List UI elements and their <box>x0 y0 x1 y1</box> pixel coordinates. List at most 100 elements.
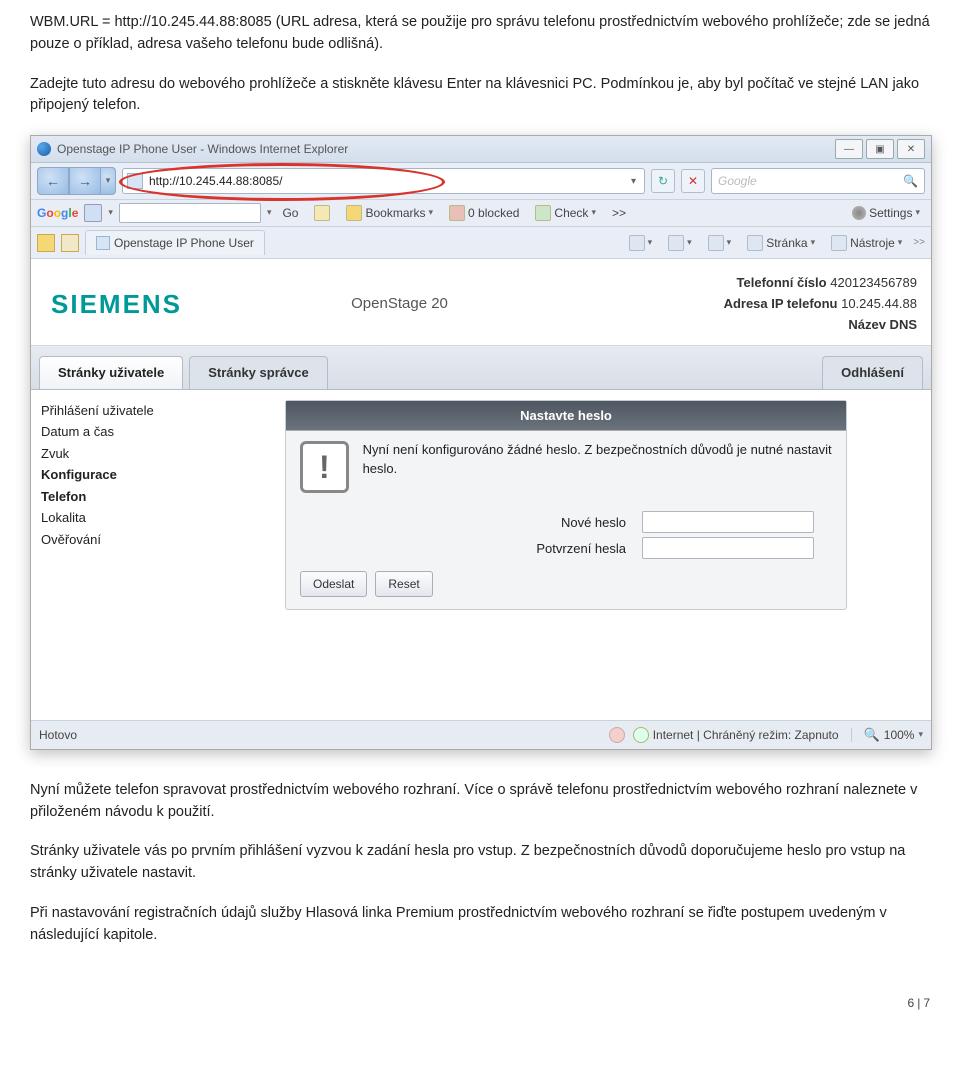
siemens-logo: SIEMENS <box>45 285 202 324</box>
zoom-value: 100% <box>884 726 915 744</box>
browser-window: Openstage IP Phone User - Windows Intern… <box>30 135 932 750</box>
ip-value: 10.245.44.88 <box>841 296 917 311</box>
paragraph-1: WBM.URL = http://10.245.44.88:8085 (URL … <box>30 12 930 56</box>
paragraph-5: Při nastavování registračních údajů služ… <box>30 903 930 947</box>
confirm-password-label: Potvrzení hesla <box>356 539 642 559</box>
page-footer: 6|7 <box>30 964 930 1012</box>
tab-logout[interactable]: Odhlášení <box>822 356 923 389</box>
feed-icon <box>668 235 684 251</box>
page-menu[interactable]: Stránka ▾ <box>742 232 820 254</box>
dialog-title: Nastavte heslo <box>286 401 846 432</box>
sidebar-item[interactable]: Lokalita <box>41 507 191 529</box>
zone-icon <box>633 727 649 743</box>
nav-row: ← → ▾ http://10.245.44.88:8085/ ▾ ↻ ✕ Go… <box>31 163 931 200</box>
home-button[interactable]: ▾ <box>624 233 658 253</box>
warning-icon: ! <box>300 441 349 493</box>
search-placeholder: Google <box>718 172 903 190</box>
status-bar: Hotovo Internet | Chráněný režim: Zapnut… <box>31 720 931 749</box>
sidebar-item[interactable]: Telefon <box>41 486 191 508</box>
password-dialog: Nastavte heslo ! Nyní není konfigurováno… <box>285 400 847 611</box>
settings-button[interactable]: Settings▾ <box>847 204 925 222</box>
main-tabbar: Stránky uživatele Stránky správce Odhláš… <box>31 346 931 390</box>
g-dropdown[interactable] <box>84 204 102 222</box>
ip-label: Adresa IP telefonu <box>724 296 838 311</box>
new-password-input[interactable] <box>642 511 814 533</box>
tab-label: Openstage IP Phone User <box>114 234 254 252</box>
zoom-control[interactable]: 🔍100% ▾ <box>864 725 923 745</box>
new-password-label: Nové heslo <box>356 513 642 533</box>
page-header: SIEMENS OpenStage 20 Telefonní číslo 420… <box>31 259 931 346</box>
text: Zadejte tuto adresu do webového prohlíže… <box>30 76 447 92</box>
paragraph-4: Stránky uživatele vás po prvním přihláše… <box>30 841 930 885</box>
tab-user-pages[interactable]: Stránky uživatele <box>39 356 183 389</box>
search-icon[interactable]: 🔍 <box>903 172 918 190</box>
address-bar[interactable]: http://10.245.44.88:8085/ ▾ <box>122 168 645 194</box>
pin-icon[interactable] <box>314 205 330 221</box>
sidebar-item[interactable]: Přihlášení uživatele <box>41 400 191 422</box>
favorites-add-icon[interactable] <box>61 234 79 252</box>
phone-info: Telefonní číslo 420123456789 Adresa IP t… <box>597 273 917 335</box>
forward-button[interactable]: → <box>69 167 101 195</box>
refresh-button[interactable]: ↻ <box>651 169 675 193</box>
tab-row: Openstage IP Phone User ▾ ▾ ▾ Stránka ▾ … <box>31 227 931 259</box>
ie-icon <box>37 142 51 156</box>
google-toolbar: Google ▾ ▾ Go Bookmarks▾ 0 blocked Check… <box>31 200 931 227</box>
sidebar-item[interactable]: Zvuk <box>41 443 191 465</box>
tools-icon <box>831 235 847 251</box>
feeds-button[interactable]: ▾ <box>663 233 697 253</box>
minimize-button[interactable]: — <box>835 139 863 159</box>
star-icon <box>346 205 362 221</box>
sidebar-item[interactable]: Konfigurace <box>41 464 191 486</box>
product-name: OpenStage 20 <box>202 293 597 316</box>
page-content: SIEMENS OpenStage 20 Telefonní číslo 420… <box>31 259 931 720</box>
check-icon <box>535 205 551 221</box>
status-text: Hotovo <box>39 726 77 744</box>
security-icon <box>609 727 625 743</box>
back-button[interactable]: ← <box>37 167 69 195</box>
sidebar-item[interactable]: Ověřování <box>41 529 191 551</box>
stop-button[interactable]: ✕ <box>681 169 705 193</box>
go-button[interactable]: Go <box>277 204 303 222</box>
paragraph-3: Nyní můžete telefon spravovat prostředni… <box>30 780 930 824</box>
check-button[interactable]: Check ▾ <box>530 204 601 222</box>
side-nav: Přihlášení uživatele Datum a čas Zvuk Ko… <box>31 390 201 611</box>
block-icon <box>449 205 465 221</box>
zone-text: Internet | Chráněný režim: Zapnuto <box>653 726 839 744</box>
print-icon <box>708 235 724 251</box>
search-box[interactable]: Google 🔍 <box>711 168 925 194</box>
close-button[interactable]: ✕ <box>897 139 925 159</box>
addr-dropdown[interactable]: ▾ <box>627 174 640 189</box>
key-name: Enter <box>447 76 482 92</box>
confirm-password-input[interactable] <box>642 537 814 559</box>
page-icon <box>127 173 143 189</box>
print-button[interactable]: ▾ <box>703 233 737 253</box>
tab-admin-pages[interactable]: Stránky správce <box>189 356 327 389</box>
maximize-button[interactable]: ▣ <box>866 139 894 159</box>
dns-label: Název DNS <box>848 317 917 332</box>
page-icon-2 <box>747 235 763 251</box>
zoom-icon: 🔍 <box>864 725 880 745</box>
page-number-right: 7 <box>923 996 930 1010</box>
google-logo: Google <box>37 204 78 222</box>
toolbar-search-input[interactable] <box>119 203 261 223</box>
toolbar-more[interactable]: >> <box>607 204 631 222</box>
reset-button[interactable]: Reset <box>375 571 432 597</box>
bookmarks-button[interactable]: Bookmarks▾ <box>341 204 438 222</box>
submit-button[interactable]: Odeslat <box>300 571 367 597</box>
favorites-icon[interactable] <box>37 234 55 252</box>
ribbon-more[interactable]: >> <box>913 235 925 250</box>
tab-icon <box>96 236 110 250</box>
main-pane: Nastavte heslo ! Nyní není konfigurováno… <box>201 390 931 611</box>
gear-icon <box>852 206 866 220</box>
text: WBM.URL = http://10.245.44.88:8085 (URL … <box>30 14 930 52</box>
dialog-message: Nyní není konfigurováno žádné heslo. Z b… <box>363 441 832 479</box>
sidebar-item[interactable]: Datum a čas <box>41 421 191 443</box>
browser-tab[interactable]: Openstage IP Phone User <box>85 230 265 255</box>
tel-label: Telefonní číslo <box>737 275 827 290</box>
tel-value: 420123456789 <box>830 275 917 290</box>
history-dropdown[interactable]: ▾ <box>101 167 116 195</box>
paragraph-2: Zadejte tuto adresu do webového prohlíže… <box>30 74 930 118</box>
blocked-button[interactable]: 0 blocked <box>444 204 524 222</box>
home-icon <box>629 235 645 251</box>
tools-menu[interactable]: Nástroje ▾ <box>826 232 907 254</box>
